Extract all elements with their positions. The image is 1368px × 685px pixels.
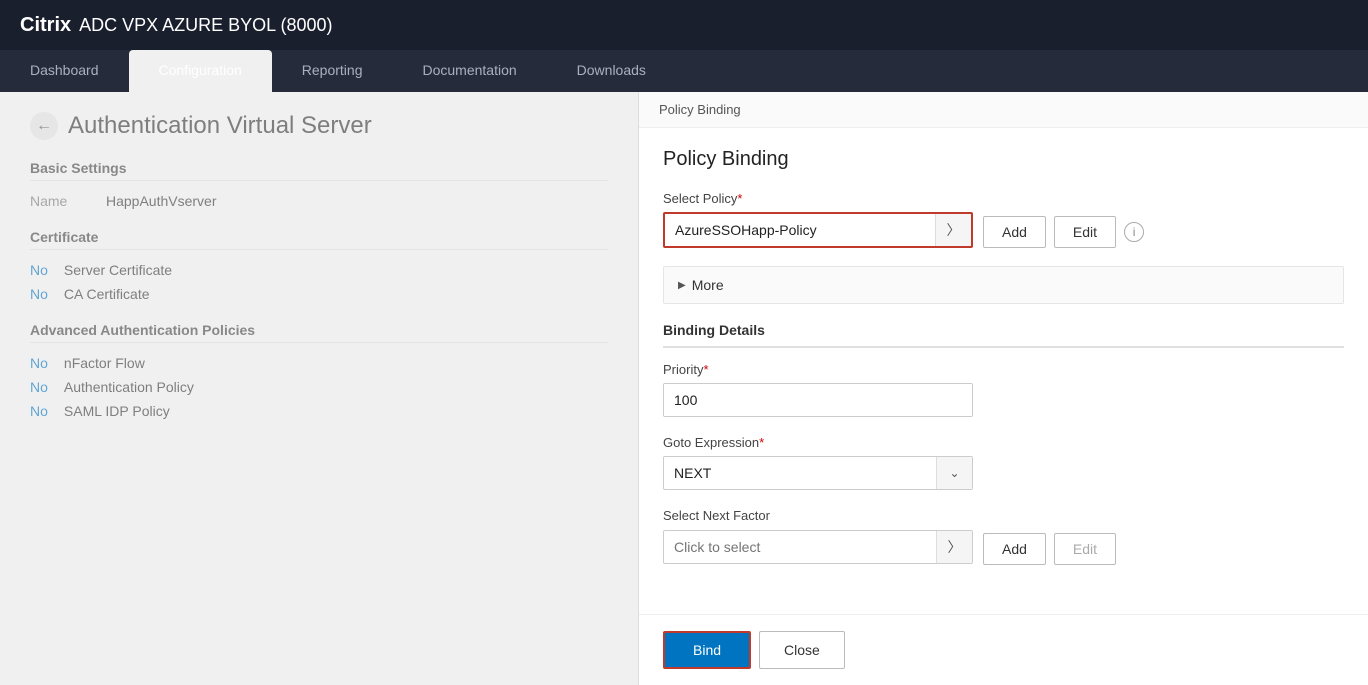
goto-expr-select[interactable]: NEXT END USE_INVOCATION_RESULT — [664, 457, 936, 489]
info-icon[interactable]: i — [1124, 222, 1144, 242]
edit-next-factor-btn: Edit — [1054, 533, 1116, 565]
binding-details-section: Binding Details Priority* Goto Expressio… — [663, 322, 1344, 565]
server-cert-row: No Server Certificate — [30, 262, 608, 278]
binding-details-header: Binding Details — [663, 322, 1344, 348]
next-factor-input-wrapper: 〉 — [663, 530, 973, 564]
next-factor-group: Select Next Factor 〉 Add Edit — [663, 508, 1344, 565]
saml-text: SAML IDP Policy — [64, 403, 170, 419]
auth-policy-row: No Authentication Policy — [30, 379, 608, 395]
select-policy-arrow-btn[interactable]: 〉 — [935, 214, 971, 246]
app-header: Citrix ADC VPX AZURE BYOL (8000) — [0, 0, 1368, 50]
ca-cert-text: CA Certificate — [64, 286, 150, 302]
nfactor-no: No — [30, 355, 48, 371]
dialog-breadcrumb: Policy Binding — [639, 92, 1368, 128]
add-policy-btn[interactable]: Add — [983, 216, 1046, 248]
close-button[interactable]: Close — [759, 631, 845, 669]
priority-label: Priority* — [663, 362, 1344, 377]
dialog-title: Policy Binding — [663, 148, 1344, 171]
priority-group: Priority* — [663, 362, 1344, 417]
dialog-footer: Bind Close — [639, 614, 1368, 685]
advanced-auth-header: Advanced Authentication Policies — [30, 322, 608, 343]
more-label: More — [692, 277, 724, 293]
page-title: Authentication Virtual Server — [68, 112, 372, 140]
saml-row: No SAML IDP Policy — [30, 403, 608, 419]
priority-input-wrapper — [663, 383, 973, 417]
priority-input[interactable] — [664, 384, 972, 416]
basic-settings-section: Basic Settings Name HappAuthVserver — [30, 160, 608, 209]
citrix-logo: Citrix — [20, 14, 71, 37]
bind-button[interactable]: Bind — [663, 631, 751, 669]
next-factor-input[interactable] — [664, 531, 936, 563]
auth-policy-no: No — [30, 379, 48, 395]
goto-expr-label: Goto Expression* — [663, 435, 1344, 450]
certificate-section: Certificate No Server Certificate No CA … — [30, 229, 608, 302]
tab-downloads[interactable]: Downloads — [547, 50, 676, 92]
product-title: ADC VPX AZURE BYOL (8000) — [79, 15, 332, 36]
name-label: Name — [30, 193, 90, 209]
auth-policy-text: Authentication Policy — [64, 379, 194, 395]
main-content: ← Authentication Virtual Server Basic Se… — [0, 92, 1368, 685]
next-factor-label: Select Next Factor — [663, 508, 1344, 523]
more-section: ▶ More — [663, 266, 1344, 304]
more-header[interactable]: ▶ More — [664, 267, 1343, 303]
dialog-body: Policy Binding Select Policy* 〉 Add Edit… — [639, 128, 1368, 614]
tab-documentation[interactable]: Documentation — [392, 50, 546, 92]
brand: Citrix ADC VPX AZURE BYOL (8000) — [20, 14, 333, 37]
basic-settings-header: Basic Settings — [30, 160, 608, 181]
certificate-header: Certificate — [30, 229, 608, 250]
page-header: ← Authentication Virtual Server — [30, 112, 608, 140]
tab-reporting[interactable]: Reporting — [272, 50, 393, 92]
ca-cert-row: No CA Certificate — [30, 286, 608, 302]
nfactor-row: No nFactor Flow — [30, 355, 608, 371]
back-button[interactable]: ← — [30, 112, 58, 140]
goto-expr-group: Goto Expression* NEXT END USE_INVOCATION… — [663, 435, 1344, 490]
tab-configuration[interactable]: Configuration — [129, 50, 272, 92]
tab-dashboard[interactable]: Dashboard — [0, 50, 129, 92]
name-field-row: Name HappAuthVserver — [30, 193, 608, 209]
select-policy-input[interactable] — [665, 214, 935, 246]
select-policy-group: Select Policy* 〉 Add Edit i — [663, 191, 1344, 248]
ca-cert-no: No — [30, 286, 48, 302]
goto-dropdown-arrow-icon: ⌄ — [936, 457, 972, 489]
server-cert-text: Server Certificate — [64, 262, 172, 278]
goto-expr-wrapper: NEXT END USE_INVOCATION_RESULT ⌄ — [663, 456, 973, 490]
add-next-factor-btn[interactable]: Add — [983, 533, 1046, 565]
name-value: HappAuthVserver — [106, 193, 217, 209]
nfactor-text: nFactor Flow — [64, 355, 145, 371]
nav-tabs: Dashboard Configuration Reporting Docume… — [0, 50, 1368, 92]
edit-policy-btn[interactable]: Edit — [1054, 216, 1116, 248]
select-policy-input-wrapper: 〉 — [663, 212, 973, 248]
advanced-auth-section: Advanced Authentication Policies No nFac… — [30, 322, 608, 419]
next-factor-arrow-btn[interactable]: 〉 — [936, 531, 972, 563]
saml-no: No — [30, 403, 48, 419]
more-arrow-icon: ▶ — [678, 280, 686, 291]
select-policy-label: Select Policy* — [663, 191, 1344, 206]
next-factor-btn-row: Add Edit — [983, 533, 1116, 565]
policy-binding-panel: Policy Binding Policy Binding Select Pol… — [638, 92, 1368, 685]
left-panel: ← Authentication Virtual Server Basic Se… — [0, 92, 638, 685]
server-cert-no: No — [30, 262, 48, 278]
policy-btn-row: Add Edit i — [983, 216, 1144, 248]
